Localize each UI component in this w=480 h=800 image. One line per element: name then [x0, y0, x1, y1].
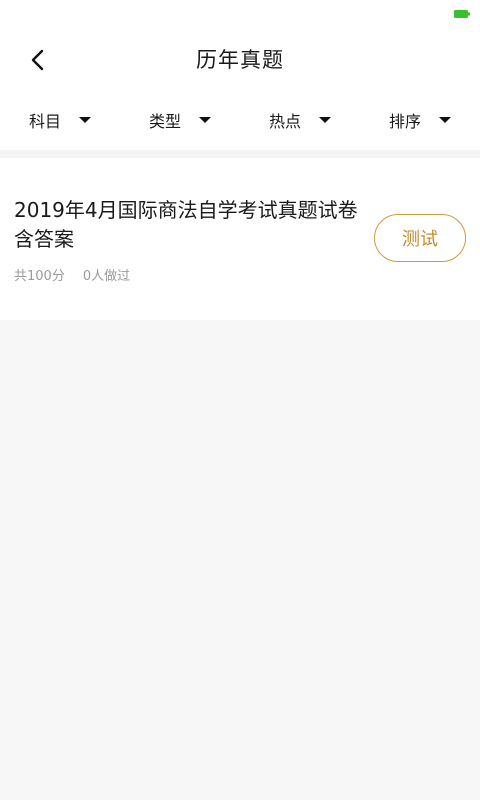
caret-down-icon: [439, 117, 452, 123]
filter-bar: 科目 类型 热点 排序: [0, 94, 480, 150]
filter-sort[interactable]: 排序: [389, 94, 452, 146]
header: 历年真题: [0, 26, 480, 94]
filter-label: 科目: [29, 112, 62, 131]
exam-participants: 0人做过: [82, 269, 131, 284]
status-bar: [0, 0, 480, 26]
filter-hot[interactable]: 热点: [269, 94, 332, 146]
caret-down-icon: [79, 117, 92, 123]
battery-icon: [454, 10, 470, 18]
caret-down-icon: [199, 117, 212, 123]
screen: 历年真题 科目 类型 热点 排序 2019年4月国际商法自学考试真题试卷含答案 …: [0, 0, 480, 800]
test-button[interactable]: 测试: [374, 214, 466, 262]
caret-down-icon: [319, 117, 332, 123]
exam-title: 2019年4月国际商法自学考试真题试卷含答案: [14, 198, 358, 251]
filter-label: 排序: [389, 112, 422, 131]
divider: [0, 150, 480, 158]
filter-type[interactable]: 类型: [149, 94, 212, 146]
filter-subject[interactable]: 科目: [29, 94, 92, 146]
list-item[interactable]: 2019年4月国际商法自学考试真题试卷含答案 共100分 0人做过 测试: [0, 158, 480, 320]
page-title: 历年真题: [196, 48, 284, 72]
exam-score: 共100分: [14, 269, 65, 284]
filter-label: 类型: [149, 112, 182, 131]
filter-label: 热点: [269, 112, 302, 131]
exam-meta: 共100分 0人做过: [14, 265, 130, 284]
